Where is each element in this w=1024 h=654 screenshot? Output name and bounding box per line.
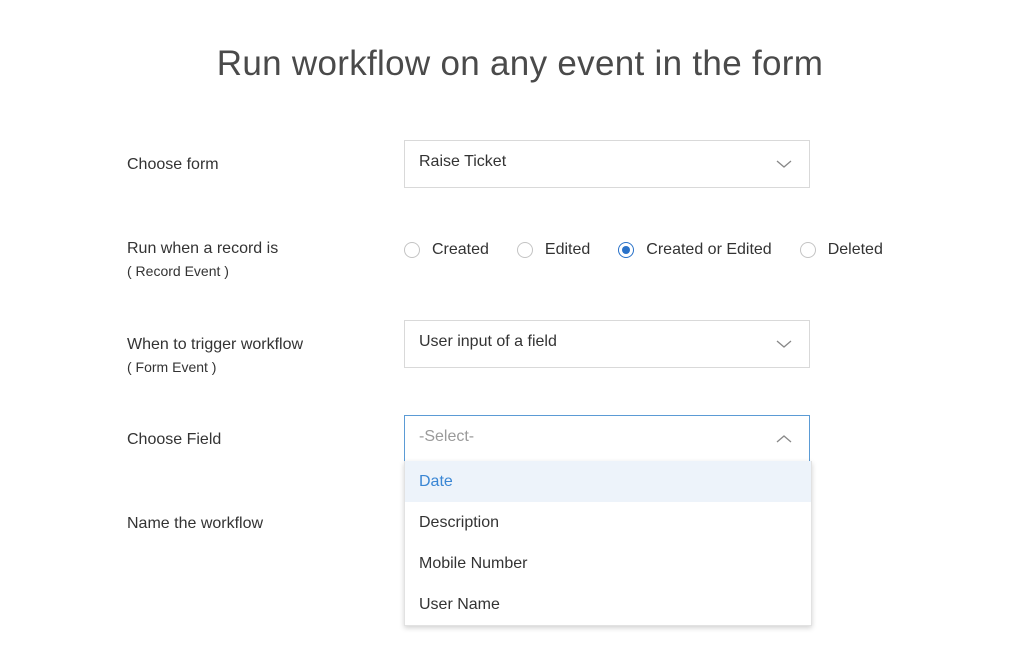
field-select-placeholder: -Select- (419, 428, 475, 445)
chevron-down-icon (776, 340, 792, 348)
radio-circle-selected[interactable] (618, 242, 635, 258)
form-select-value: Raise Ticket (419, 153, 507, 170)
dropdown-option-user-name[interactable]: User Name (405, 584, 811, 625)
choose-form-label: Choose form (127, 156, 219, 173)
form-event-sublabel: ( Form Event ) (127, 359, 217, 375)
radio-label: Created or Edited (646, 241, 772, 258)
radio-edited[interactable]: Edited (516, 241, 591, 259)
form-event-label: When to trigger workflow ( Form Event ) (127, 333, 303, 377)
form-select[interactable]: Raise Ticket (404, 140, 810, 188)
radio-circle[interactable] (404, 242, 420, 258)
record-event-title: Run when a record is (127, 240, 279, 257)
radio-created[interactable]: Created (404, 241, 489, 259)
record-event-radio-group: Created Edited Created or Edited Deleted (404, 238, 911, 262)
page-title: Run workflow on any event in the form (216, 44, 824, 83)
form-event-title: When to trigger workflow (127, 336, 304, 353)
field-dropdown-list: Date Description Mobile Number User Name (404, 461, 812, 626)
record-event-sublabel: ( Record Event ) (127, 263, 229, 279)
choose-field-label: Choose Field (127, 431, 222, 448)
dropdown-option-mobile-number[interactable]: Mobile Number (405, 543, 811, 584)
radio-label: Edited (544, 241, 591, 258)
form-event-value: User input of a field (419, 333, 557, 350)
record-event-label: Run when a record is ( Record Event ) (127, 237, 278, 281)
chevron-down-icon (776, 160, 792, 168)
chevron-up-icon (776, 435, 792, 443)
form-event-select[interactable]: User input of a field (404, 320, 810, 368)
workflow-form-page: Run workflow on any event in the form Ch… (0, 0, 1024, 654)
workflow-name-label: Name the workflow (127, 515, 264, 532)
dropdown-option-description[interactable]: Description (405, 502, 811, 543)
radio-circle[interactable] (799, 242, 816, 258)
dropdown-option-date[interactable]: Date (405, 461, 811, 502)
radio-created-or-edited[interactable]: Created or Edited (618, 241, 772, 259)
radio-label: Deleted (827, 241, 883, 258)
radio-circle[interactable] (516, 242, 533, 258)
radio-label: Created (432, 241, 489, 258)
field-select[interactable]: -Select- (404, 415, 810, 462)
radio-deleted[interactable]: Deleted (799, 241, 883, 259)
